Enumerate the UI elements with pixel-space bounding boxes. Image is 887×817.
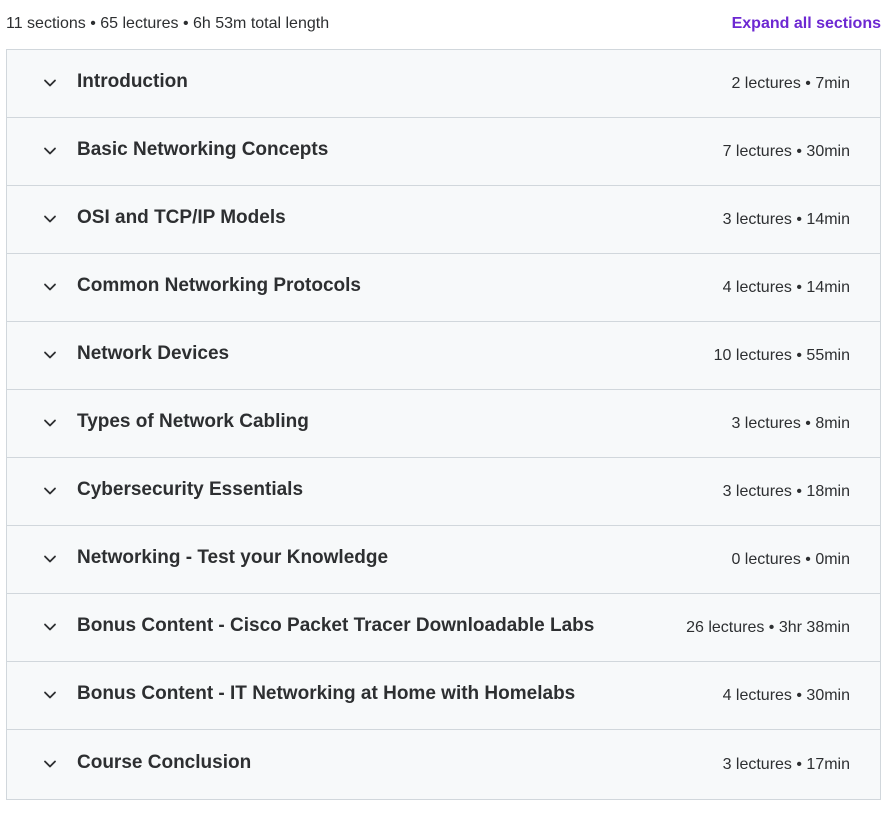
chevron-down-icon xyxy=(41,618,59,636)
section-header[interactable]: Networking - Test your Knowledge 0 lectu… xyxy=(7,526,880,594)
section-title: Course Conclusion xyxy=(77,751,252,773)
section-meta: 3 lectures • 18min xyxy=(722,482,850,500)
section-header[interactable]: Cybersecurity Essentials 3 lectures • 18… xyxy=(7,458,880,526)
section-meta: 3 lectures • 14min xyxy=(722,210,850,228)
section-title: Networking - Test your Knowledge xyxy=(77,546,389,568)
section-meta: 3 lectures • 8min xyxy=(731,414,850,432)
section-title: OSI and TCP/IP Models xyxy=(77,206,286,228)
section-title: Basic Networking Concepts xyxy=(77,138,329,160)
section-meta: 0 lectures • 0min xyxy=(731,550,850,568)
section-header[interactable]: Course Conclusion 3 lectures • 17min xyxy=(7,730,880,799)
section-meta: 26 lectures • 3hr 38min xyxy=(686,618,850,636)
section-header[interactable]: Bonus Content - IT Networking at Home wi… xyxy=(7,662,880,730)
chevron-down-icon xyxy=(41,74,59,92)
section-meta: 4 lectures • 14min xyxy=(722,278,850,296)
section-header[interactable]: Common Networking Protocols 4 lectures •… xyxy=(7,254,880,322)
chevron-down-icon xyxy=(41,755,59,773)
section-header[interactable]: Introduction 2 lectures • 7min xyxy=(7,50,880,118)
chevron-down-icon xyxy=(41,278,59,296)
section-meta: 10 lectures • 55min xyxy=(713,346,850,364)
chevron-down-icon xyxy=(41,550,59,568)
chevron-down-icon xyxy=(41,414,59,432)
section-header[interactable]: OSI and TCP/IP Models 3 lectures • 14min xyxy=(7,186,880,254)
chevron-down-icon xyxy=(41,142,59,160)
section-title: Cybersecurity Essentials xyxy=(77,478,304,500)
section-header[interactable]: Types of Network Cabling 3 lectures • 8m… xyxy=(7,390,880,458)
section-title: Bonus Content - Cisco Packet Tracer Down… xyxy=(77,614,595,636)
curriculum-summary-bar: 11 sections • 65 lectures • 6h 53m total… xyxy=(6,0,881,48)
section-header[interactable]: Network Devices 10 lectures • 55min xyxy=(7,322,880,390)
section-header[interactable]: Basic Networking Concepts 7 lectures • 3… xyxy=(7,118,880,186)
section-header[interactable]: Bonus Content - Cisco Packet Tracer Down… xyxy=(7,594,880,662)
section-meta: 3 lectures • 17min xyxy=(722,755,850,773)
chevron-down-icon xyxy=(41,210,59,228)
section-title: Bonus Content - IT Networking at Home wi… xyxy=(77,682,576,704)
chevron-down-icon xyxy=(41,686,59,704)
section-title: Common Networking Protocols xyxy=(77,274,361,296)
section-meta: 2 lectures • 7min xyxy=(731,74,850,92)
section-title: Network Devices xyxy=(77,342,230,364)
chevron-down-icon xyxy=(41,482,59,500)
curriculum-sections-list: Introduction 2 lectures • 7min Basic Net… xyxy=(6,49,881,800)
curriculum-summary: 11 sections • 65 lectures • 6h 53m total… xyxy=(6,15,330,32)
chevron-down-icon xyxy=(41,346,59,364)
section-title: Types of Network Cabling xyxy=(77,410,309,432)
section-title: Introduction xyxy=(77,70,188,92)
section-meta: 7 lectures • 30min xyxy=(722,142,850,160)
expand-all-sections-button[interactable]: Expand all sections xyxy=(732,15,881,33)
section-meta: 4 lectures • 30min xyxy=(722,686,850,704)
